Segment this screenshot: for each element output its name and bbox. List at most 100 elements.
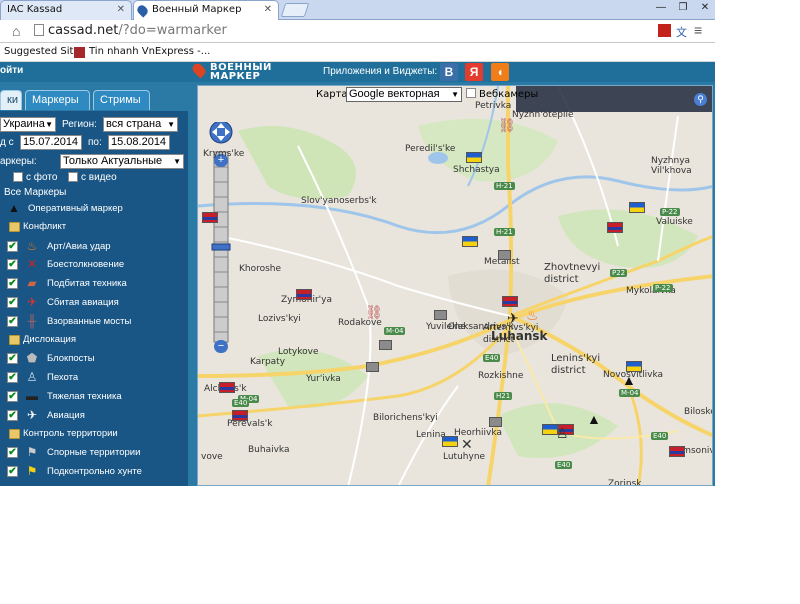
home-icon[interactable]: ⌂: [12, 23, 20, 39]
marker-checkbox[interactable]: ✔: [7, 297, 18, 308]
novorossiya-flag-marker[interactable]: [296, 289, 312, 300]
marker-item[interactable]: ✔ ⚑ Подконтрольно хунте: [0, 462, 188, 481]
marker-checkbox[interactable]: ✔: [7, 466, 18, 478]
translate-icon[interactable]: 文: [676, 24, 687, 40]
marker-group[interactable]: Дислокация: [0, 331, 188, 350]
map[interactable]: Карта: Google векторная ▼ Вебкамеры ⚲ + −…: [197, 85, 713, 486]
marker-item[interactable]: ▲ Оперативный маркер: [0, 199, 188, 218]
with-photo-checkbox[interactable]: [13, 172, 23, 182]
bookmark-suggested-sites[interactable]: Suggested Sites: [4, 46, 85, 57]
all-markers-link[interactable]: Все Маркеры: [4, 187, 66, 198]
bridge-icon[interactable]: ⛓: [498, 118, 516, 132]
map-overlay-panel: [516, 86, 712, 112]
ukraine-flag-marker[interactable]: [442, 436, 458, 447]
yandex-icon[interactable]: Я: [465, 63, 483, 81]
disputed-flag-marker[interactable]: [379, 340, 392, 350]
region-select[interactable]: вся страна ▼: [103, 117, 178, 132]
warning-icon[interactable]: ▲: [587, 412, 601, 426]
country-select[interactable]: Украина ▼: [0, 117, 56, 132]
marker-item[interactable]: ✔ ♨ Арт/Авиа удар: [0, 237, 188, 256]
close-window-icon[interactable]: ✕: [694, 2, 716, 14]
ukraine-flag-marker[interactable]: [629, 202, 645, 213]
bookmark-vnexpress[interactable]: Tin nhanh VnExpress -...: [89, 46, 210, 57]
marker-item[interactable]: ✔ ✈ Сбитая авиация: [0, 293, 188, 312]
chevron-down-icon: ▼: [173, 157, 181, 166]
marker-item[interactable]: ✔ ▬ Тяжелая техника: [0, 387, 188, 406]
tab-voennyi-marker[interactable]: Военный Маркер ✕: [133, 0, 279, 20]
marker-item[interactable]: ✔ ✕ Боестолкновение: [0, 255, 188, 274]
marker-checkbox[interactable]: ✔: [7, 259, 18, 271]
novorossiya-flag-marker[interactable]: [669, 446, 685, 457]
webcams-checkbox[interactable]: [466, 88, 476, 98]
maximize-icon[interactable]: ❐: [672, 2, 694, 14]
date-to-input[interactable]: 15.08.2014: [108, 135, 170, 150]
marker-item[interactable]: ✔ ⬟ Блокпосты: [0, 349, 188, 368]
marker-item-label: Спорные территории: [47, 447, 141, 459]
marker-group[interactable]: Конфликт: [0, 218, 188, 237]
marker-item[interactable]: ✔ ⚑ Спорные территории: [0, 443, 188, 462]
date-from-input[interactable]: 15.07.2014: [20, 135, 82, 150]
ukraine-flag-marker[interactable]: [626, 361, 642, 372]
flash-icon[interactable]: [658, 24, 671, 37]
novorossiya-flag-marker[interactable]: [607, 222, 623, 233]
soldier-icon[interactable]: ♙: [556, 426, 569, 440]
tab-streams[interactable]: Стримы: [93, 90, 150, 110]
marker-group[interactable]: Контроль территории: [0, 425, 188, 444]
minimize-icon[interactable]: —: [650, 2, 672, 14]
with-video-checkbox[interactable]: [68, 172, 78, 182]
tab-markers[interactable]: Маркеры: [25, 90, 90, 110]
vk-icon[interactable]: B: [440, 63, 458, 81]
disputed-flag-marker[interactable]: [434, 310, 447, 320]
bridge-icon[interactable]: ⛓: [365, 305, 383, 319]
zoom-out-button[interactable]: −: [214, 340, 228, 353]
address-bar[interactable]: cassad.net/?do=warmarker: [30, 23, 670, 40]
disputed-flag-marker[interactable]: [366, 362, 379, 372]
markers-select[interactable]: Только Актуальные ▼: [60, 154, 184, 169]
marker-checkbox[interactable]: ✔: [7, 409, 18, 421]
crossed-swords-icon[interactable]: ✕: [461, 437, 473, 451]
place-label: Vil'khova: [651, 166, 692, 176]
tab-iac-kassad[interactable]: IAC Kassad ✕: [0, 0, 132, 20]
logout-link[interactable]: ойти: [0, 65, 23, 76]
menu-icon[interactable]: ≡: [694, 22, 702, 38]
folder-icon: [9, 428, 20, 439]
marker-checkbox[interactable]: ✔: [7, 315, 18, 327]
marker-checkbox[interactable]: ✔: [7, 447, 18, 459]
region-label: Регион:: [62, 119, 97, 130]
novorossiya-flag-marker[interactable]: [232, 410, 248, 421]
place-label: Petrivka: [475, 101, 512, 111]
ukraine-flag-marker[interactable]: [466, 152, 482, 163]
filter-panel: Украина ▼ Регион: вся страна ▼ д с 15.07.2…: [0, 111, 188, 486]
place-label: district: [551, 365, 586, 376]
marker-checkbox[interactable]: ✔: [7, 240, 18, 252]
plane-icon[interactable]: ✈: [507, 311, 519, 325]
close-icon[interactable]: ✕: [117, 4, 125, 15]
site-logo[interactable]: ВОЕННЫЙ МАРКЕР: [190, 61, 291, 82]
marker-item[interactable]: ✔ ♙ Пехота: [0, 368, 188, 387]
fire-icon[interactable]: ♨: [526, 308, 539, 322]
new-tab-button[interactable]: [280, 3, 310, 17]
marker-checkbox[interactable]: ✔: [7, 278, 18, 290]
warning-icon[interactable]: ▲: [622, 373, 636, 387]
marker-checkbox[interactable]: ✔: [7, 353, 18, 365]
marker-checkbox[interactable]: ✔: [7, 391, 18, 402]
novorossiya-flag-marker[interactable]: [219, 382, 235, 393]
rss-icon[interactable]: ◖: [491, 63, 509, 81]
novorossiya-flag-marker[interactable]: [502, 296, 518, 307]
marker-checkbox[interactable]: ✔: [7, 372, 18, 384]
marker-item-label: Взорванные мосты: [47, 315, 132, 327]
road-shield: E40: [232, 399, 250, 407]
map-type-select[interactable]: Google векторная ▼: [346, 87, 462, 102]
plane-icon: ✈: [26, 407, 38, 422]
marker-item-label: Блокпосты: [47, 353, 95, 365]
disputed-flag-marker[interactable]: [489, 417, 502, 427]
marker-item[interactable]: ✔ ✈ Авиация: [0, 406, 188, 425]
tab-settings[interactable]: ки: [0, 90, 22, 110]
close-icon[interactable]: ✕: [264, 4, 272, 15]
marker-item[interactable]: ✔ ╫ Взорванные мосты: [0, 312, 188, 331]
novorossiya-flag-marker[interactable]: [202, 212, 218, 223]
disputed-flag-marker[interactable]: [498, 250, 511, 260]
search-icon[interactable]: ⚲: [694, 93, 707, 106]
ukraine-flag-marker[interactable]: [462, 236, 478, 247]
marker-item[interactable]: ✔ ▰ Подбитая техника: [0, 274, 188, 293]
